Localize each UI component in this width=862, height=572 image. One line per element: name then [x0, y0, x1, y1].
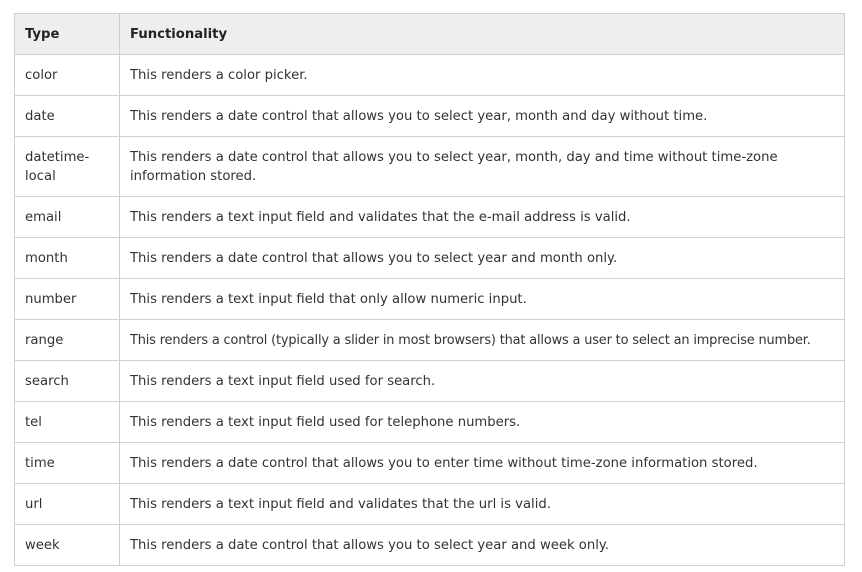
- input-types-table: Type Functionality color This renders a …: [14, 13, 845, 566]
- type-cell: date: [14, 95, 120, 137]
- table-row: url This renders a text input field and …: [14, 483, 845, 525]
- type-cell: range: [14, 319, 120, 361]
- table-row: month This renders a date control that a…: [14, 237, 845, 279]
- table-row: number This renders a text input field t…: [14, 278, 845, 320]
- table-row: email This renders a text input field an…: [14, 196, 845, 238]
- type-cell: datetime-local: [14, 136, 120, 197]
- type-cell: url: [14, 483, 120, 525]
- type-cell: tel: [14, 401, 120, 443]
- type-cell: search: [14, 360, 120, 402]
- functionality-cell: This renders a control (typically a slid…: [119, 319, 845, 361]
- functionality-cell: This renders a date control that allows …: [119, 524, 845, 566]
- table-row: datetime-local This renders a date contr…: [14, 136, 845, 197]
- type-cell: time: [14, 442, 120, 484]
- functionality-cell: This renders a text input field and vali…: [119, 196, 845, 238]
- table-row: color This renders a color picker.: [14, 54, 845, 96]
- type-cell-line: datetime-: [25, 150, 90, 165]
- type-cell: week: [14, 524, 120, 566]
- functionality-cell: This renders a text input field that onl…: [119, 278, 845, 320]
- functionality-cell: This renders a text input field used for…: [119, 360, 845, 402]
- table-row: search This renders a text input field u…: [14, 360, 845, 402]
- type-cell-line: local: [25, 169, 56, 184]
- column-header-functionality: Functionality: [119, 13, 845, 55]
- type-cell: month: [14, 237, 120, 279]
- type-cell: number: [14, 278, 120, 320]
- type-cell: color: [14, 54, 120, 96]
- functionality-cell: This renders a text input field and vali…: [119, 483, 845, 525]
- column-header-type: Type: [14, 13, 120, 55]
- functionality-cell: This renders a date control that allows …: [119, 95, 845, 137]
- functionality-cell: This renders a color picker.: [119, 54, 845, 96]
- type-cell: email: [14, 196, 120, 238]
- table-row: date This renders a date control that al…: [14, 95, 845, 137]
- functionality-cell: This renders a text input field used for…: [119, 401, 845, 443]
- table-row: range This renders a control (typically …: [14, 319, 845, 361]
- table-row: week This renders a date control that al…: [14, 524, 845, 566]
- functionality-cell: This renders a date control that allows …: [119, 136, 845, 197]
- input-types-table-container: Type Functionality color This renders a …: [14, 13, 845, 566]
- functionality-cell: This renders a date control that allows …: [119, 237, 845, 279]
- functionality-cell: This renders a date control that allows …: [119, 442, 845, 484]
- table-row: tel This renders a text input field used…: [14, 401, 845, 443]
- table-header-row: Type Functionality: [14, 13, 845, 55]
- table-row: time This renders a date control that al…: [14, 442, 845, 484]
